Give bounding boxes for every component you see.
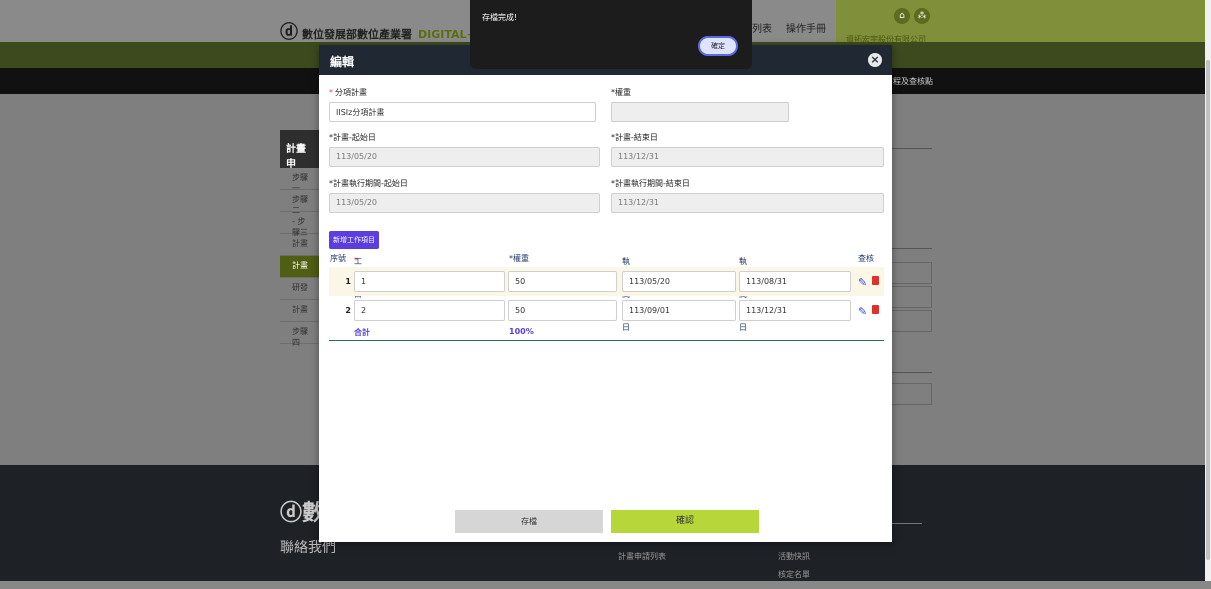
table-totals: 合計 100%	[329, 325, 884, 341]
pencil-icon[interactable]: ✎	[858, 305, 867, 318]
end-date-input[interactable]: 113/08/31	[739, 271, 851, 292]
start-date-input[interactable]: 113/05/20	[622, 271, 736, 292]
start-date-input[interactable]: 113/09/01	[622, 300, 736, 321]
total-label: 合計	[354, 328, 370, 337]
sidebar-item-active[interactable]: 計畫	[280, 256, 320, 278]
sidebar-item[interactable]: 步驟四	[280, 322, 320, 347]
page-scrollbar[interactable]	[1205, 0, 1211, 581]
work-item-input[interactable]: 2	[354, 300, 505, 321]
plan-end-label: *計畫-結束日	[611, 133, 658, 142]
exec-start-input: 113/05/20	[329, 193, 600, 213]
logo-icon: ⓓ	[280, 22, 298, 43]
footer-link[interactable]: 核定名單	[778, 569, 810, 580]
plan-start-input: 113/05/20	[329, 147, 600, 167]
total-value: 100%	[509, 327, 534, 336]
sub-plan-field: * 分項計畫 IISIz分項計畫	[329, 87, 596, 122]
sidebar-item[interactable]: 計畫	[280, 234, 320, 256]
sidebar: 計畫申 步驟一 步驟二 - 步驟三 計畫 計畫 研發 計畫 步驟四	[280, 130, 320, 347]
exec-end-label: *計畫執行期間-結束日	[611, 179, 690, 188]
footer-link[interactable]: 活動快訊	[778, 551, 810, 562]
plan-end-input: 113/12/31	[611, 147, 884, 167]
exec-end-input: 113/12/31	[611, 193, 884, 213]
plan-start-label: *計畫-起始日	[329, 133, 376, 142]
footer-link[interactable]: 計畫申請列表	[618, 551, 666, 562]
field-label: * 分項計畫	[329, 88, 367, 97]
work-item-input[interactable]: 1	[354, 271, 505, 292]
exec-start-label: *計畫執行期間-起始日	[329, 179, 408, 188]
nav-manual[interactable]: 操作手冊	[786, 20, 826, 35]
header-icons: ⌂ ⁂	[894, 8, 934, 24]
weight-field: *權重	[611, 87, 789, 122]
col-seq: 序號	[330, 254, 346, 263]
alert-message: 存檔完成!	[482, 13, 518, 22]
sidebar-head: 計畫申	[280, 130, 320, 170]
weight-label: *權重	[611, 88, 631, 97]
company-name: 資拓宏宇股份有限公司	[846, 35, 926, 44]
sidebar-item[interactable]: 步驟二	[280, 190, 320, 215]
save-alert: 存檔完成! 確定	[470, 0, 752, 69]
sitemap-icon[interactable]: ⁂	[914, 8, 930, 24]
weight-input[interactable]: 50	[508, 300, 617, 321]
sidebar-item[interactable]: 步驟一	[280, 168, 320, 193]
table-row: 1 1 50 113/05/20 113/08/31 ✎	[329, 267, 884, 296]
add-work-item-button[interactable]: 新增工作項目	[329, 231, 379, 249]
site-logo[interactable]: ⓓ 數位發展部數位產業署 DIGITAL+數	[280, 18, 487, 44]
nav-list[interactable]: 列表	[752, 20, 772, 35]
trash-icon[interactable]	[872, 305, 879, 314]
logo-text: 數位發展部數位產業署	[302, 28, 412, 41]
col-weight: *權重	[509, 254, 529, 263]
exec-start-field: *計畫執行期間-起始日 113/05/20	[329, 178, 600, 213]
weight-input[interactable]: 50	[508, 271, 617, 292]
breadcrumb: 程及查核點	[893, 77, 933, 86]
sidebar-item[interactable]: 計畫	[280, 300, 320, 322]
footer-logo: ⓓ數	[280, 501, 325, 526]
alert-ok-button[interactable]: 確定	[698, 36, 738, 56]
confirm-button[interactable]: 確認	[611, 510, 759, 533]
save-button[interactable]: 存檔	[455, 510, 603, 533]
row-number: 2	[345, 306, 351, 315]
sub-plan-input[interactable]: IISIz分項計畫	[329, 102, 596, 122]
plan-start-field: *計畫-起始日 113/05/20	[329, 132, 600, 167]
row-number: 1	[345, 277, 351, 286]
home-icon[interactable]: ⌂	[894, 8, 910, 24]
edit-modal: 編輯 × * 分項計畫 IISIz分項計畫 *權重 *計畫-起始日 113/05/…	[319, 45, 892, 542]
close-icon[interactable]: ×	[868, 53, 882, 67]
col-check: 查核	[858, 254, 874, 263]
pencil-icon[interactable]: ✎	[858, 276, 867, 289]
weight-input	[611, 102, 789, 122]
trash-icon[interactable]	[872, 276, 879, 285]
sub-plan-label: 分項計畫	[335, 88, 367, 97]
end-date-input[interactable]: 113/12/31	[739, 300, 851, 321]
sidebar-item[interactable]: 研發	[280, 278, 320, 300]
plan-end-field: *計畫-結束日 113/12/31	[611, 132, 884, 167]
scrollbar-thumb[interactable]	[1206, 60, 1210, 560]
exec-end-field: *計畫執行期間-結束日 113/12/31	[611, 178, 884, 213]
modal-title: 編輯	[330, 55, 355, 69]
table-row: 2 2 50 113/09/01 113/12/31 ✎	[329, 296, 884, 325]
sidebar-item[interactable]: - 步驟三	[280, 212, 320, 237]
